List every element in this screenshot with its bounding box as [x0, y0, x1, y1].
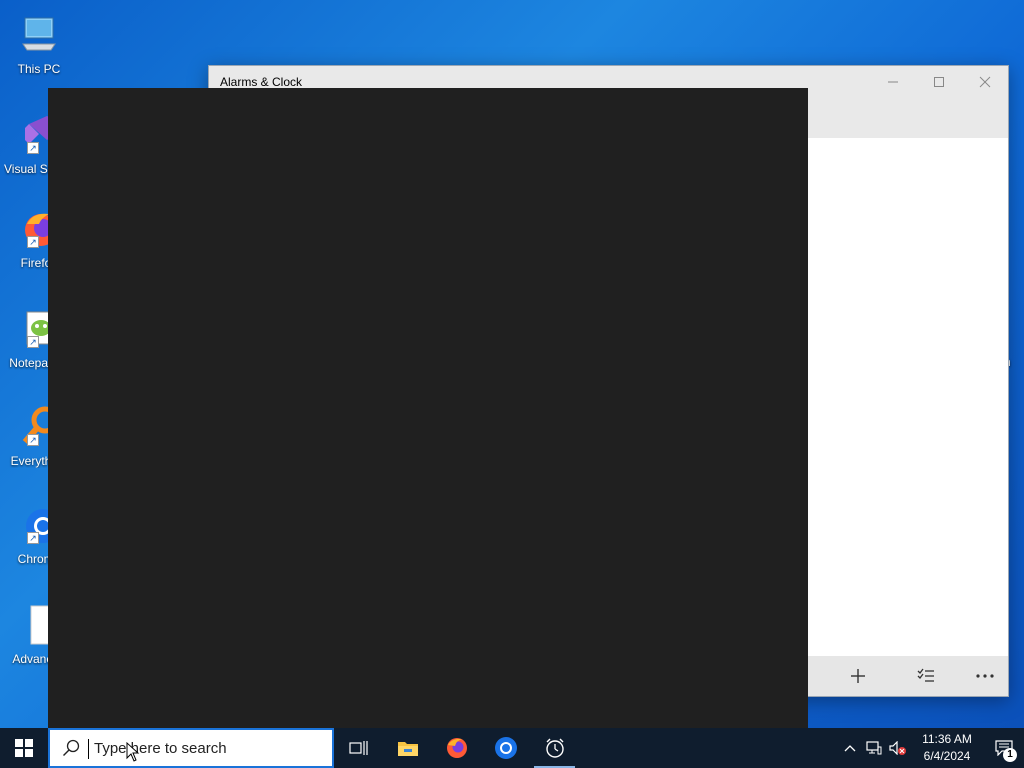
network-button[interactable]	[862, 728, 886, 768]
desktop-icon-this-pc[interactable]: This PC	[4, 6, 74, 92]
blank-overlay-panel	[48, 88, 808, 728]
minimize-icon	[888, 81, 898, 83]
add-alarm-button[interactable]	[834, 656, 882, 696]
taskbar-alarms-clock[interactable]	[530, 728, 579, 768]
alarms-clock-icon	[545, 738, 564, 758]
maximize-button[interactable]	[916, 66, 962, 98]
text-caret	[88, 739, 89, 759]
window-controls	[870, 66, 1008, 98]
select-alarms-button[interactable]	[902, 656, 950, 696]
taskbar-clock[interactable]: 11:36 AM 6/4/2024	[910, 731, 984, 765]
show-hidden-icons-button[interactable]	[838, 728, 862, 768]
chrome-icon	[494, 737, 517, 759]
task-view-icon	[348, 741, 368, 755]
clock-time: 11:36 AM	[922, 732, 972, 746]
action-center-button[interactable]: 1	[984, 728, 1024, 768]
taskbar: Type here to search 11:36 AM 6/4/2024 1	[0, 728, 1024, 768]
taskbar-file-explorer[interactable]	[383, 728, 432, 768]
clock-date: 6/4/2024	[923, 749, 971, 763]
windows-logo-icon	[15, 739, 33, 757]
maximize-icon	[934, 77, 944, 87]
shortcut-arrow-icon: ↗	[27, 142, 39, 154]
file-explorer-icon	[397, 742, 418, 756]
window-title: Alarms & Clock	[220, 75, 303, 89]
more-icon	[976, 674, 994, 678]
firefox-icon	[446, 738, 467, 758]
desktop-icon-label: This PC	[17, 62, 61, 76]
select-icon	[917, 668, 934, 682]
search-placeholder: Type here to search	[94, 739, 227, 757]
notification-count-badge: 1	[1003, 748, 1017, 762]
taskbar-firefox[interactable]	[432, 728, 481, 768]
close-icon	[979, 76, 991, 88]
network-icon	[866, 741, 882, 755]
shortcut-arrow-icon: ↗	[27, 532, 39, 544]
volume-muted-icon	[889, 741, 906, 755]
more-options-button[interactable]	[961, 656, 1009, 696]
system-tray: 11:36 AM 6/4/2024 1	[838, 728, 1024, 768]
shortcut-arrow-icon: ↗	[27, 336, 39, 348]
taskbar-chrome[interactable]	[481, 728, 530, 768]
search-icon	[63, 739, 80, 756]
computer-icon	[17, 12, 61, 56]
plus-icon	[851, 669, 865, 683]
volume-button[interactable]	[886, 728, 910, 768]
mouse-cursor-icon	[126, 742, 140, 762]
close-button[interactable]	[962, 66, 1008, 98]
shortcut-arrow-icon: ↗	[27, 236, 39, 248]
start-button[interactable]	[0, 728, 48, 768]
chevron-up-icon	[844, 745, 856, 752]
search-box[interactable]: Type here to search	[48, 728, 334, 768]
task-view-button[interactable]	[334, 728, 383, 768]
shortcut-arrow-icon: ↗	[27, 434, 39, 446]
minimize-button[interactable]	[870, 66, 916, 98]
